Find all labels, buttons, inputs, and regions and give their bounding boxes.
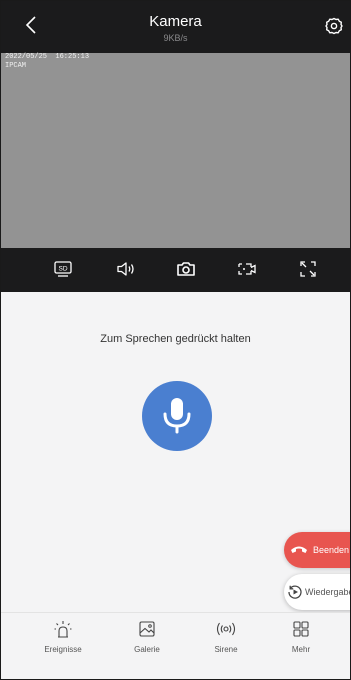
nav-item-ereignisse[interactable]: Ereignisse [28, 619, 98, 654]
nav-label: Ereignisse [44, 645, 82, 654]
page-title: Kamera [149, 13, 202, 30]
nav-item-mehr[interactable]: Mehr [266, 619, 336, 654]
siren-icon [215, 619, 237, 639]
camera-video-view[interactable]: 2022/05/25 16:25:13 IPCAM [1, 53, 350, 248]
gallery-icon [137, 619, 157, 639]
end-call-label: Beenden [313, 545, 350, 555]
nav-label: Mehr [291, 645, 311, 654]
nav-label: Sirene [214, 645, 238, 654]
gear-icon[interactable] [324, 16, 344, 36]
end-call-button[interactable]: Beenden [284, 532, 350, 568]
microphone-icon [163, 398, 191, 434]
nav-label: Galerie [134, 645, 160, 654]
video-toolbar: SD [1, 248, 350, 292]
bitrate-label: 9KB/s [163, 33, 188, 43]
replay-icon [287, 584, 303, 600]
talk-prompt: Zum Sprechen gedrückt halten [100, 333, 251, 345]
record-video-icon[interactable] [236, 258, 258, 280]
fullscreen-icon[interactable] [297, 258, 319, 280]
grid-more-icon [291, 619, 311, 639]
camera-snapshot-icon[interactable] [175, 258, 197, 280]
video-osd: 2022/05/25 16:25:13 IPCAM [5, 53, 89, 71]
push-to-talk-button[interactable] [142, 381, 212, 451]
bottom-nav: Ereignisse Galerie Sirene Mehr [1, 612, 350, 679]
nav-item-galerie[interactable]: Galerie [112, 619, 182, 654]
replay-button[interactable]: Wiedergabe [284, 574, 351, 610]
sd-card-icon[interactable]: SD [52, 258, 74, 280]
alarm-light-icon [53, 619, 73, 639]
camera-name: IPCAM [5, 62, 27, 70]
sd-label: SD [58, 265, 67, 272]
header-bar: Kamera 9KB/s [1, 1, 350, 53]
replay-label: Wiedergabe [305, 587, 351, 597]
app-frame: Kamera 9KB/s 2022/05/25 16:25:13 IPCAM S… [0, 0, 351, 680]
video-timestamp: 2022/05/25 16:25:13 [5, 53, 90, 61]
speaker-icon[interactable] [115, 258, 137, 280]
nav-item-sirene[interactable]: Sirene [191, 619, 261, 654]
hang-up-icon [290, 544, 308, 556]
